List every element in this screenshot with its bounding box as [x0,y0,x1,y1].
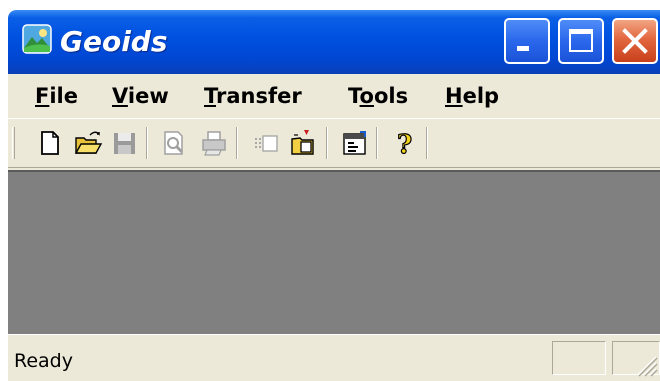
status-bar: Ready [8,334,660,381]
app-window: Geoids File View Transfer Tools Help ? R… [8,10,660,381]
landscape-app-icon [22,24,52,54]
menu-transfer-accel: T [204,84,217,108]
close-icon [622,28,648,54]
toolbar-separator [426,127,428,159]
menu-file-accel: F [35,84,50,108]
svg-text:?: ? [397,130,412,159]
menu-tools[interactable]: Tools [348,74,408,118]
title-bar[interactable]: Geoids [8,10,660,74]
client-area[interactable] [8,170,660,334]
window-title: Geoids [60,25,168,58]
save-disk-icon[interactable] [108,127,140,159]
menu-help-label: elp [462,84,500,108]
menu-tools-pre: T [348,84,360,108]
open-folder-icon[interactable] [72,127,104,159]
toolbar-separator [326,127,328,159]
menu-transfer-label: ransfer [216,84,302,108]
menu-view[interactable]: View [112,74,169,118]
status-text: Ready [14,350,73,372]
menu-file[interactable]: File [35,74,78,118]
toolbar: ? [8,118,660,168]
toolbar-gripper[interactable] [12,127,15,159]
maximize-button[interactable] [558,18,604,64]
minimize-button[interactable] [504,18,550,64]
close-button[interactable] [612,18,658,64]
menu-help[interactable]: Help [445,74,499,118]
toolbar-separator [146,127,148,159]
minimize-icon [517,46,529,51]
toolbar-separator [236,127,238,159]
size-grip-icon[interactable] [630,349,658,377]
menu-view-label: iew [127,84,169,108]
new-document-icon[interactable] [34,127,66,159]
transfer-icon[interactable] [250,127,282,159]
menu-tools-accel: o [359,84,374,108]
menu-help-accel: H [445,84,463,108]
help-icon[interactable]: ? [388,127,420,159]
properties-icon[interactable] [338,127,370,159]
maximize-icon [569,29,593,52]
menu-transfer[interactable]: Transfer [204,74,302,118]
open-transfer-folder-icon[interactable] [288,127,320,159]
toolbar-separator [376,127,378,159]
menu-view-accel: V [112,84,128,108]
menu-tools-label: ols [373,84,409,108]
status-pane [552,341,606,375]
menu-file-label: ile [49,84,78,108]
menu-bar: File View Transfer Tools Help [8,74,660,118]
print-preview-icon[interactable] [158,127,190,159]
print-icon[interactable] [198,127,230,159]
